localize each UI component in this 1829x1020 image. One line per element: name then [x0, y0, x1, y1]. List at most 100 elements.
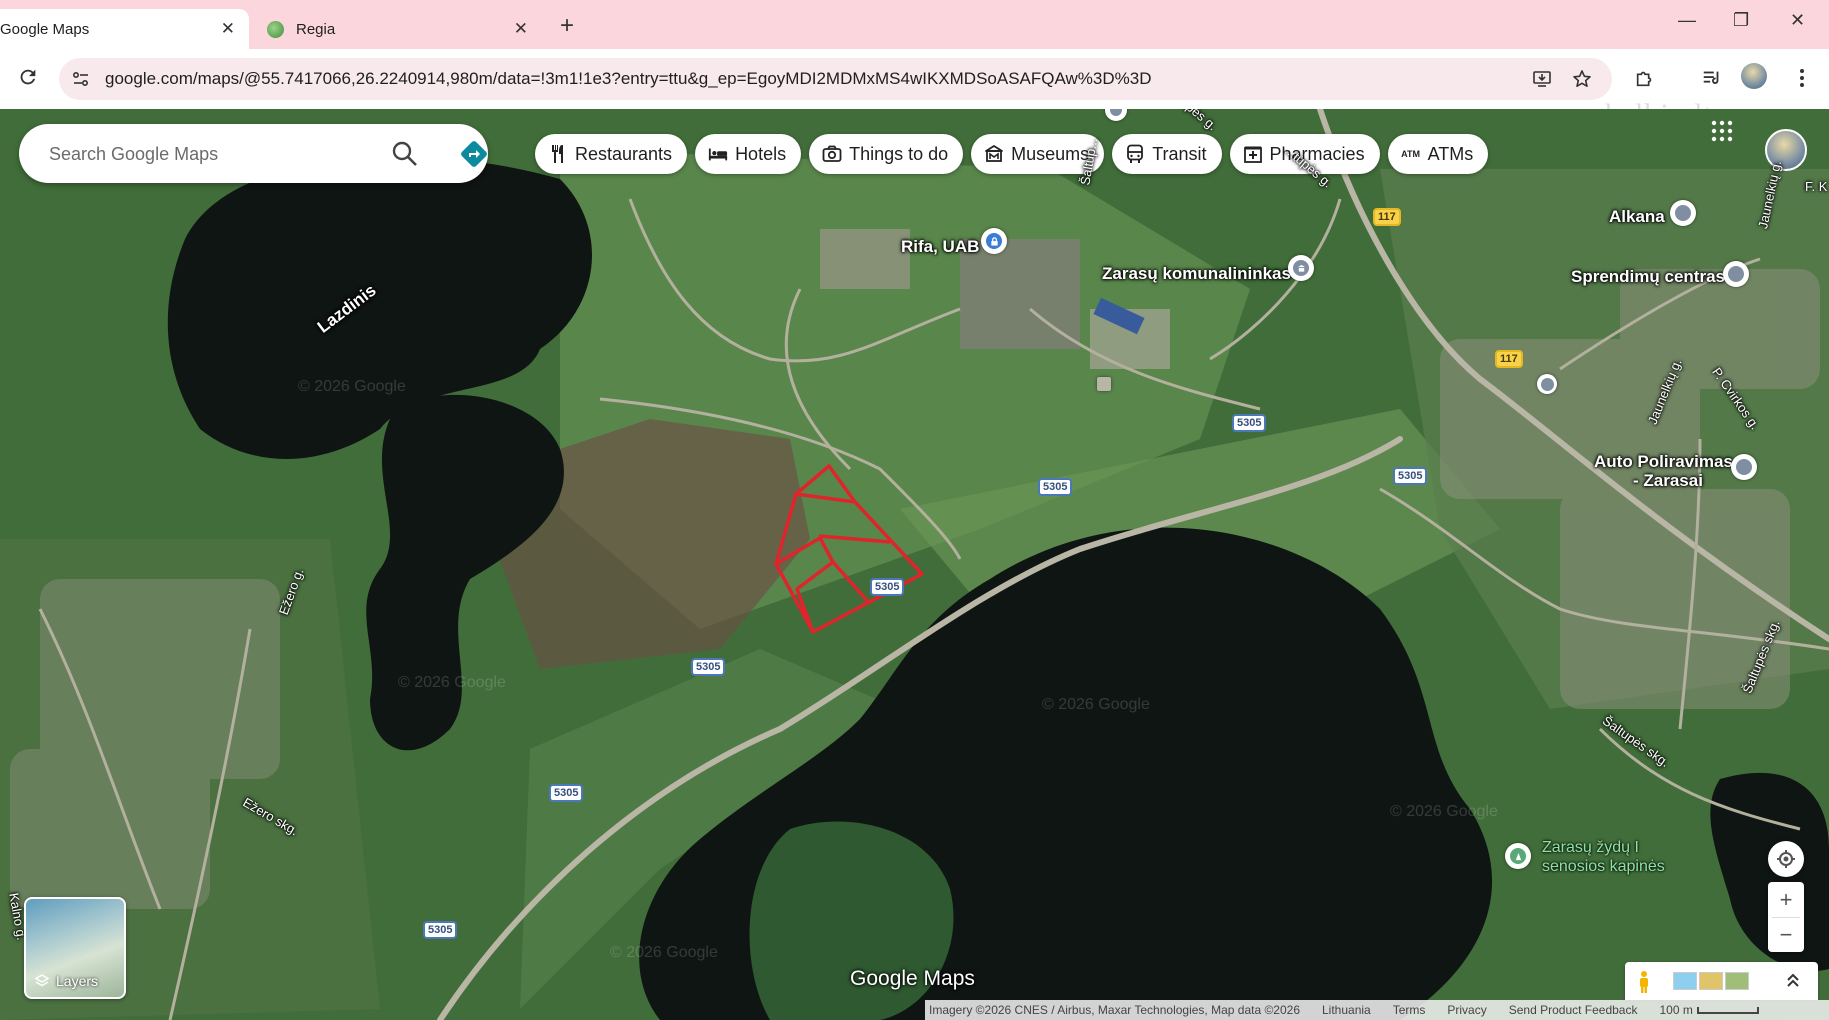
layers-button[interactable]: Layers [24, 897, 126, 999]
road-shield-5305: 5305 [870, 578, 905, 596]
google-maps-brand: Google Maps [850, 967, 975, 990]
road-shield-5305: 5305 [1232, 414, 1267, 432]
restore-icon[interactable]: ❐ [1733, 10, 1749, 31]
tab-strip: Google Maps ✕ Regia ✕ + — ❐ ✕ [0, 0, 1829, 49]
place-pin-auto[interactable] [1731, 454, 1757, 480]
bus-stop-pin[interactable] [1537, 374, 1557, 394]
media-controls-icon[interactable] [1697, 63, 1727, 93]
street-view-bar [1625, 962, 1818, 1000]
camera-icon [822, 144, 842, 164]
url-text[interactable]: google.com/maps/@55.7417066,26.2240914,9… [105, 69, 1152, 89]
chip-label: Restaurants [575, 143, 673, 164]
fork-knife-icon [548, 144, 568, 164]
map-watermark: © 2026 Google [1042, 696, 1150, 713]
tab-regia[interactable]: Regia ✕ [262, 9, 542, 49]
map-watermark: © 2026 Google [1390, 803, 1498, 820]
chip-restaurants[interactable]: Restaurants [535, 134, 688, 174]
map-watermark: © 2026 Google [398, 674, 506, 691]
chip-atms[interactable]: ATM ATMs [1387, 134, 1489, 174]
tab-google-maps[interactable]: Google Maps ✕ [0, 9, 249, 49]
building-icon [1293, 260, 1309, 276]
search-box[interactable] [19, 124, 488, 183]
imagery-thumb-icon[interactable] [1699, 972, 1723, 990]
pharmacy-icon [1243, 144, 1263, 164]
lock-icon [986, 233, 1002, 249]
bus-stop-icon [1540, 377, 1554, 391]
imagery-thumb-icon[interactable] [1725, 972, 1749, 990]
footer-privacy[interactable]: Privacy [1447, 1003, 1486, 1017]
close-tab-icon[interactable]: ✕ [514, 19, 528, 39]
footer-scale[interactable]: 100 m [1659, 1003, 1692, 1017]
directions-icon[interactable] [458, 138, 490, 170]
chip-hotels[interactable]: Hotels [695, 134, 802, 174]
place-label-sprendimu[interactable]: Sprendimų centras [1571, 267, 1725, 287]
zoom-in-button[interactable]: + [1780, 883, 1793, 917]
bus-icon [1125, 144, 1145, 164]
chip-label: Things to do [849, 143, 949, 164]
layers-label: Layers [56, 973, 99, 989]
road-shield-5305: 5305 [423, 921, 458, 939]
place-pin-alkana[interactable] [1670, 200, 1696, 226]
place-label-kapines-line1[interactable]: Zarasų žydų I [1542, 839, 1639, 857]
chip-label: Transit [1152, 143, 1207, 164]
location-dot-icon [1728, 266, 1744, 282]
site-settings-icon[interactable] [71, 69, 91, 89]
extensions-icon[interactable] [1630, 63, 1660, 93]
search-input[interactable] [47, 138, 371, 170]
road-shield-5305: 5305 [1038, 478, 1073, 496]
place-label-auto-line1[interactable]: Auto Poliravimas [1594, 452, 1733, 472]
place-label-komunalininkas[interactable]: Zarasų komunalininkas [1102, 264, 1291, 284]
place-pin-kapines[interactable] [1505, 843, 1531, 869]
museum-icon [984, 144, 1004, 164]
reload-icon[interactable] [14, 63, 42, 91]
minimize-icon[interactable]: — [1678, 10, 1696, 31]
close-window-icon[interactable]: ✕ [1790, 10, 1805, 31]
cemetery-icon [1510, 848, 1526, 864]
atm-icon: ATM [1401, 149, 1420, 159]
toolbar: google.com/maps/@55.7417066,26.2240914,9… [0, 49, 1829, 131]
location-dot-icon [1736, 459, 1752, 475]
place-pin-komunalininkas[interactable] [1288, 255, 1314, 281]
place-label-alkana[interactable]: Alkana [1609, 207, 1665, 227]
crosshair-icon [1777, 850, 1795, 868]
chip-things-to-do[interactable]: Things to do [809, 134, 964, 174]
place-label-rifa[interactable]: Rifa, UAB [901, 237, 979, 257]
map-watermark: © 2026 Google [610, 944, 718, 961]
google-apps-icon[interactable] [1710, 119, 1740, 149]
road-shield-5305: 5305 [549, 784, 584, 802]
imagery-credit: Imagery ©2026 CNES / Airbus, Maxar Techn… [929, 1003, 1300, 1017]
layers-icon [34, 974, 50, 987]
road-shield-5305: 5305 [691, 658, 726, 676]
bookmark-star-icon[interactable] [1571, 68, 1593, 90]
place-label-kapines-line2[interactable]: senosios kapinės [1542, 858, 1665, 876]
footer-feedback[interactable]: Send Product Feedback [1509, 1003, 1638, 1017]
chevron-up-icon[interactable] [1785, 972, 1801, 988]
map-canvas[interactable]: © 2026 Google © 2026 Google © 2026 Googl… [0, 109, 1829, 1020]
menu-kebab-icon[interactable] [1787, 63, 1817, 93]
place-label-auto-line2[interactable]: - Zarasai [1633, 471, 1703, 491]
install-app-icon[interactable] [1531, 68, 1553, 90]
my-location-button[interactable] [1768, 841, 1804, 877]
profile-avatar[interactable] [1741, 63, 1767, 89]
chip-transit[interactable]: Transit [1112, 134, 1222, 174]
street-label-fk: F. K [1805, 179, 1828, 194]
chip-label: ATMs [1427, 143, 1474, 164]
chip-label: Hotels [735, 143, 787, 164]
footer-terms[interactable]: Terms [1393, 1003, 1426, 1017]
zoom-out-button[interactable]: − [1772, 916, 1800, 952]
place-pin-sprendimu[interactable] [1723, 261, 1749, 287]
location-dot-icon [1110, 109, 1122, 116]
imagery-thumb-icon[interactable] [1673, 972, 1697, 990]
footer-country[interactable]: Lithuania [1322, 1003, 1371, 1017]
search-icon[interactable] [390, 139, 420, 169]
new-tab-icon[interactable]: + [560, 12, 574, 40]
road-shield-5305: 5305 [1393, 467, 1428, 485]
pegman-icon[interactable] [1635, 970, 1653, 994]
map-footer: Imagery ©2026 CNES / Airbus, Maxar Techn… [925, 1000, 1829, 1020]
category-chips: Restaurants Hotels Things to do Museums … [535, 134, 1489, 174]
tab-title: Google Maps [0, 20, 90, 38]
road-shield-117: 117 [1373, 208, 1401, 226]
place-pin-rifa[interactable] [981, 228, 1007, 254]
address-bar[interactable]: google.com/maps/@55.7417066,26.2240914,9… [59, 58, 1612, 100]
close-tab-icon[interactable]: ✕ [221, 19, 235, 39]
